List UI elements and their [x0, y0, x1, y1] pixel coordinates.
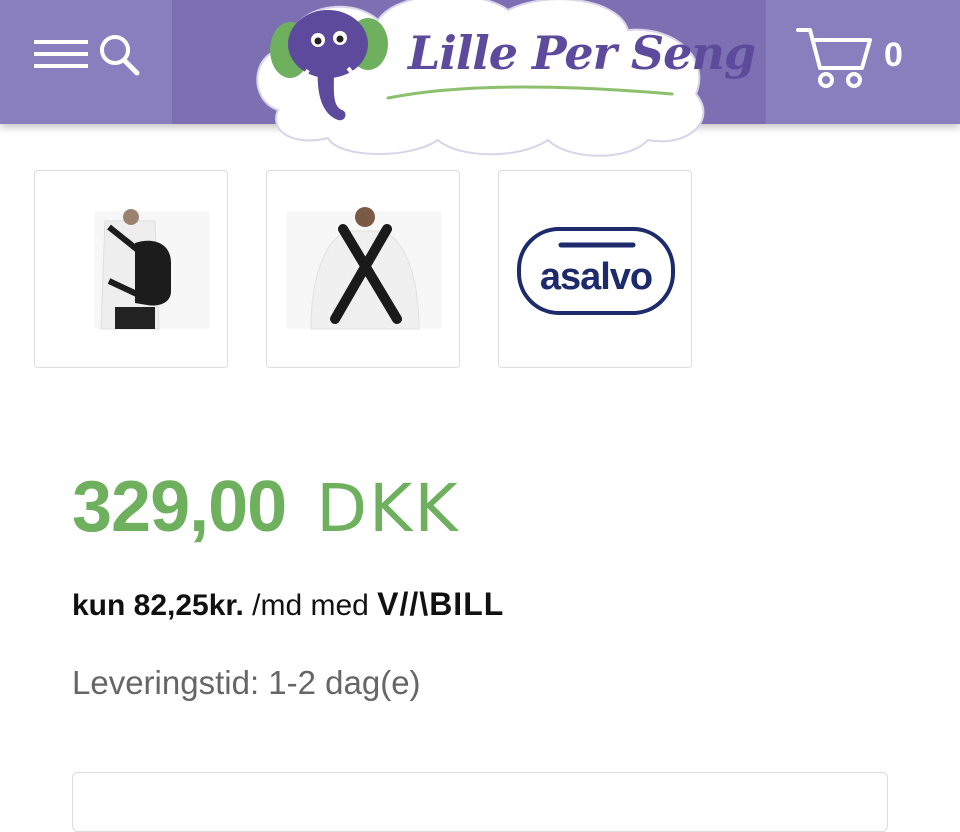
carrier-straps-back-image	[287, 207, 441, 330]
man-carrier-side-image	[95, 209, 209, 330]
thumbnail-carrier-back[interactable]	[266, 170, 460, 368]
installment-info: kun 82,25kr. /md med V//\BILL	[72, 586, 504, 623]
hamburger-icon	[34, 40, 88, 68]
cart-count[interactable]: 0	[884, 36, 903, 75]
search-icon	[100, 35, 140, 76]
cart-button[interactable]	[796, 22, 876, 92]
hamburger-menu-button[interactable]	[32, 36, 92, 72]
delivery-time: Leveringstid: 1-2 dag(e)	[72, 664, 421, 701]
elephant-logo	[256, 0, 705, 157]
search-button[interactable]	[96, 32, 142, 78]
logo-text[interactable]: Lille Per Seng	[408, 26, 756, 80]
viabill-logo[interactable]: V//\BILL	[377, 586, 504, 622]
asalvo-logo-text: asalvo	[540, 256, 652, 298]
site-logo[interactable]	[248, 0, 718, 160]
product-options-box[interactable]	[72, 772, 888, 832]
price-currency: DKK	[316, 470, 460, 547]
thumbnail-carrier-side[interactable]	[34, 170, 228, 368]
product-price: 329,00 DKK	[72, 466, 460, 548]
installment-text: /md med	[243, 589, 378, 622]
cart-icon	[796, 28, 872, 88]
installment-amount: kun 82,25kr.	[72, 589, 244, 622]
asalvo-logo: asalvo	[517, 227, 675, 315]
price-amount: 329,00	[72, 467, 287, 547]
thumbnail-asalvo-logo[interactable]: asalvo	[498, 170, 692, 368]
